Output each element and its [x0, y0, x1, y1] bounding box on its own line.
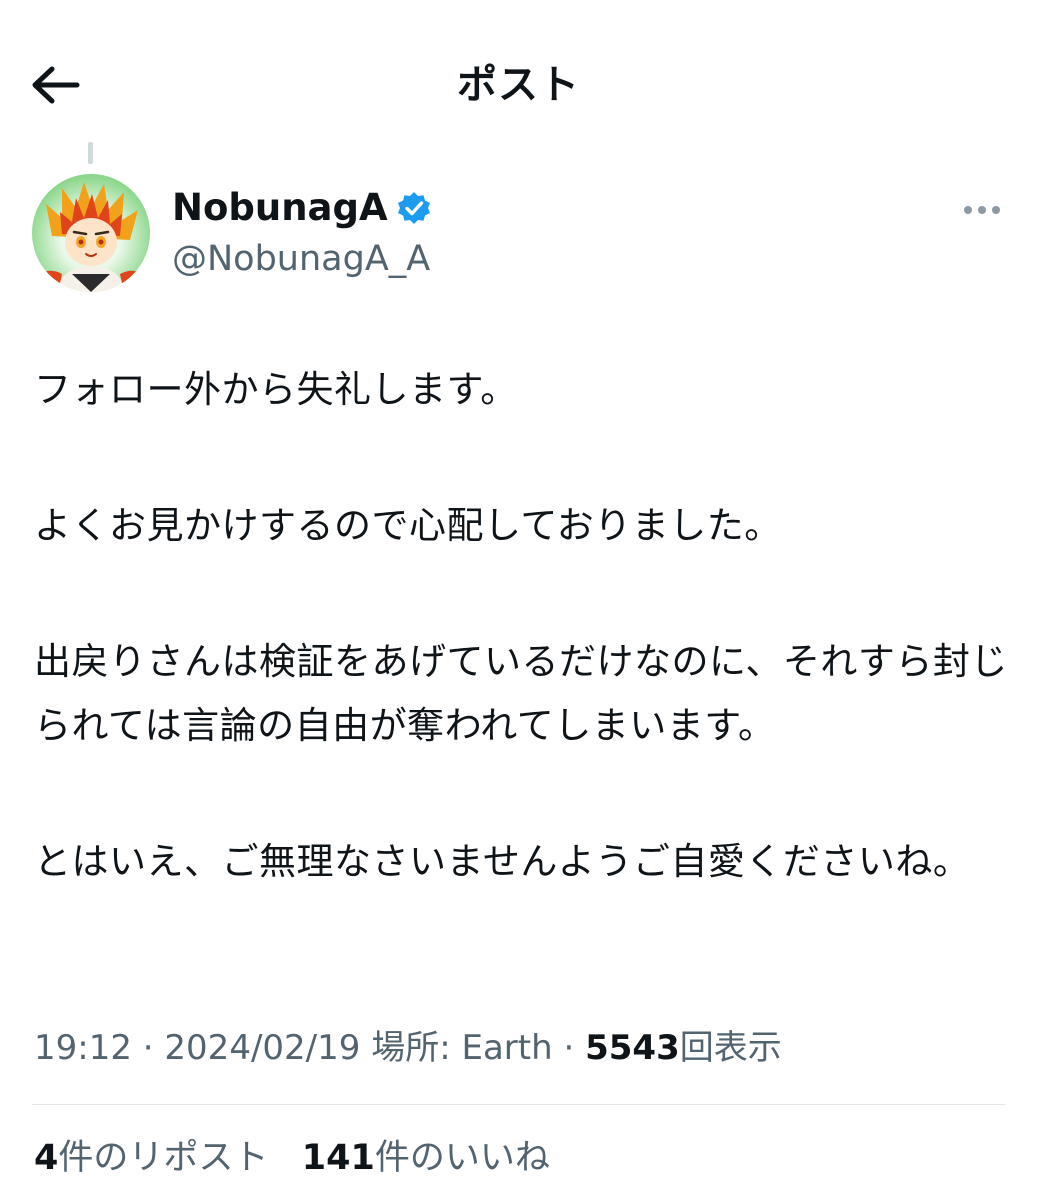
more-options-button[interactable]: [958, 190, 1006, 230]
reposts-count: 4: [34, 1138, 59, 1178]
page-title: ポスト: [457, 62, 580, 108]
avatar[interactable]: [32, 174, 150, 292]
author-handle[interactable]: @NobunagA_A: [172, 236, 430, 282]
more-horizontal-icon: [964, 206, 1000, 214]
likes-count: 141: [301, 1138, 375, 1178]
views-count[interactable]: 5543: [585, 1028, 680, 1068]
reposts-label: 件のリポスト: [58, 1138, 269, 1178]
views-label: 回表示: [679, 1028, 782, 1068]
reposts-stat[interactable]: 4件のリポスト: [34, 1138, 268, 1178]
author-name-row[interactable]: NobunagA: [172, 184, 432, 232]
post-time[interactable]: 19:12: [34, 1028, 132, 1068]
meta-separator: ·: [142, 1028, 154, 1068]
post-meta: 19:12 · 2024/02/19 場所: Earth · 5543回表示: [34, 1024, 782, 1072]
likes-stat[interactable]: 141件のいいね: [302, 1138, 550, 1178]
post-location: Earth: [461, 1028, 553, 1068]
post-text: フォロー外から失礼します。 よくお見かけするので心配しておりました。 出戻りさん…: [34, 358, 1009, 894]
post-paragraph: よくお見かけするので心配しておりました。: [34, 504, 782, 547]
post-date[interactable]: 2024/02/19: [164, 1028, 360, 1068]
post-paragraph: 出戻りさんは検証をあげているだけなのに、それすら封じられては言論の自由が奪われて…: [34, 640, 1008, 747]
avatar-illustration: [32, 182, 150, 292]
likes-label: 件のいいね: [374, 1138, 550, 1178]
top-navigation-bar: ポスト: [0, 0, 1037, 150]
thread-connector-line: [88, 142, 93, 164]
verified-badge-icon: [397, 192, 430, 224]
post-paragraph: とはいえ、ご無理なさいませんようご自愛くださいね。: [34, 840, 971, 883]
divider: [32, 1104, 1005, 1105]
meta-separator: ·: [563, 1028, 575, 1068]
post-paragraph: フォロー外から失礼します。: [34, 368, 518, 411]
display-name[interactable]: NobunagA: [172, 184, 388, 232]
location-label: 場所:: [371, 1028, 451, 1068]
engagement-stats: 4件のリポスト 141件のいいね: [34, 1134, 550, 1182]
